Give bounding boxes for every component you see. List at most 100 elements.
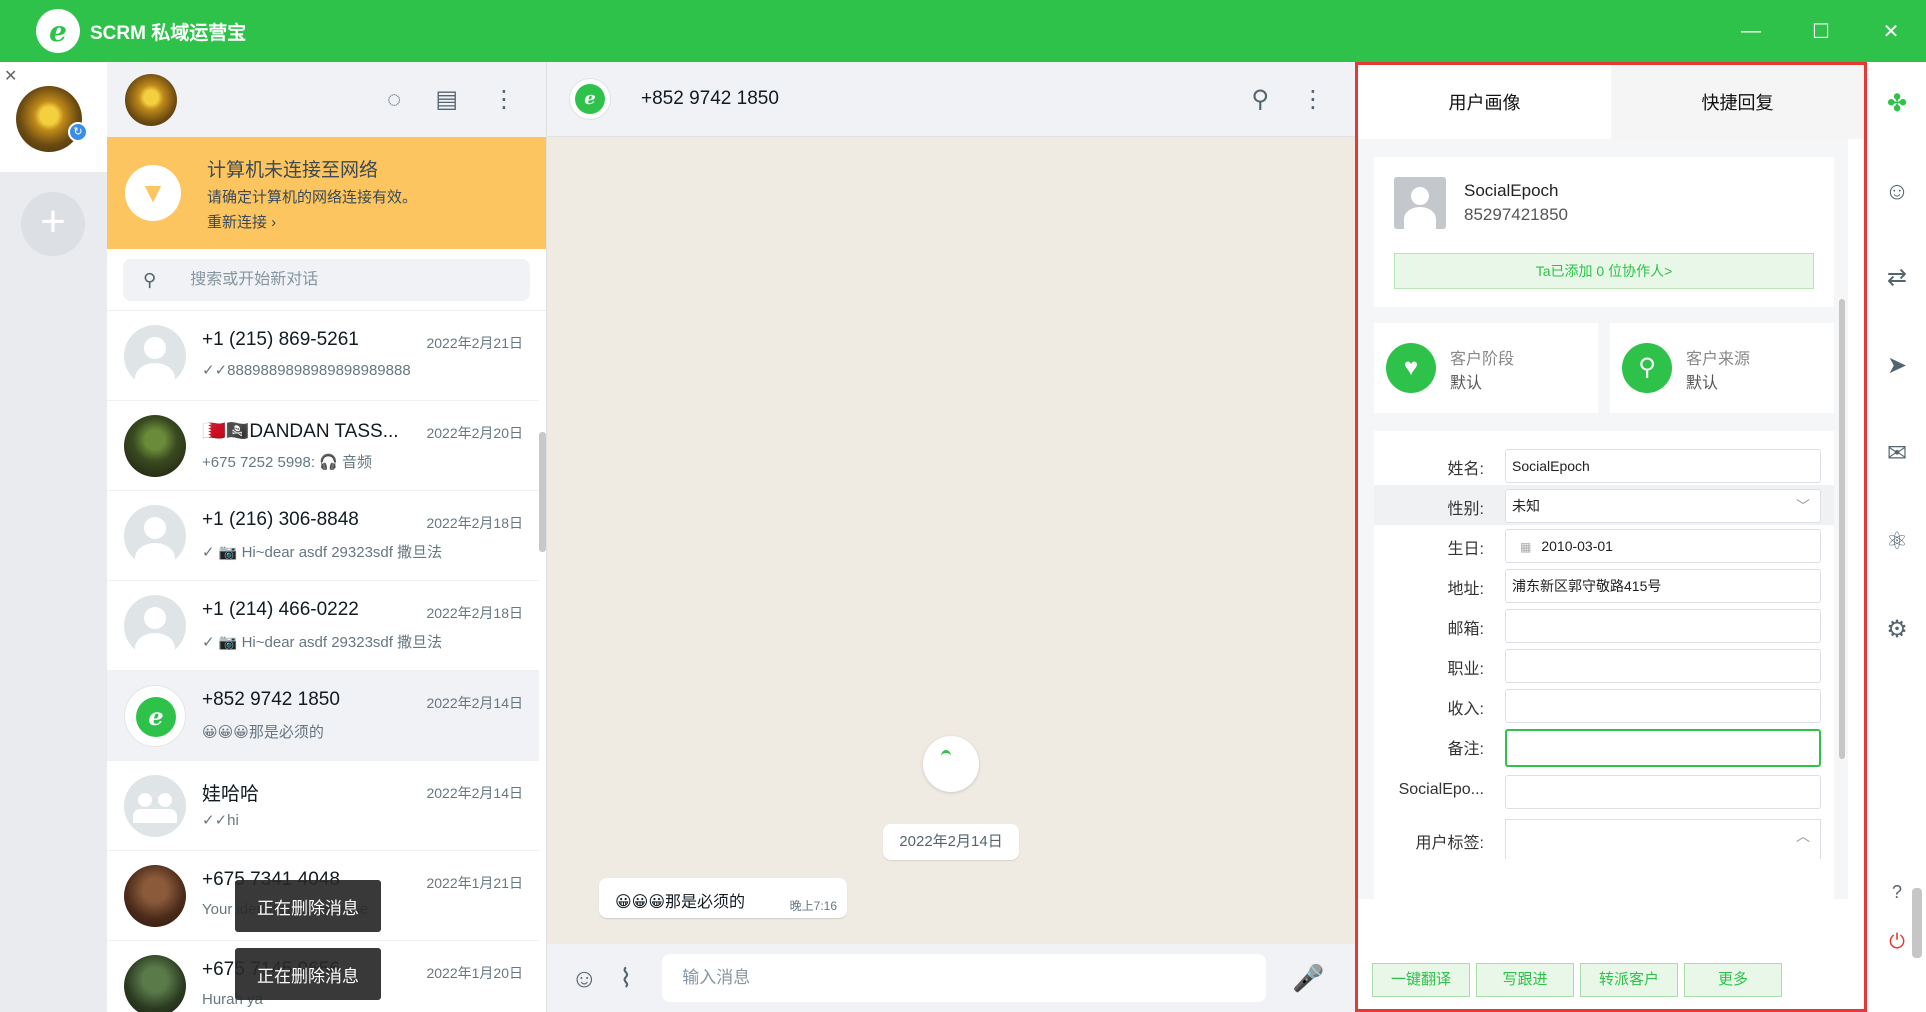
app-title: SCRM 私域运营宝 — [90, 22, 247, 44]
search-icon[interactable]: ⚲ — [1251, 85, 1269, 114]
profile-actions: 一键翻译 写跟进 转派客户 更多 — [1358, 951, 1864, 1009]
offline-banner: ▼ 计算机未连接至网络 请确定计算机的网络连接有效。 重新连接 › — [107, 137, 546, 249]
date-chip: 2022年2月14日 — [883, 824, 1019, 860]
custom-label: SocialEpo... — [1398, 781, 1484, 798]
apps-icon[interactable]: ✤ — [1883, 90, 1911, 118]
tags-select[interactable]: ︿ — [1505, 819, 1821, 859]
contact-avatar — [124, 954, 186, 1012]
message-bubble[interactable]: 😀😀😀那是必须的 晚上7:16 — [599, 878, 847, 918]
chat-list-scrollbar[interactable] — [539, 432, 546, 552]
job-field[interactable] — [1505, 649, 1821, 683]
attach-icon[interactable]: ⌇ — [620, 963, 633, 994]
my-avatar[interactable] — [125, 73, 177, 126]
address-field[interactable]: 浦东新区郭守敬路415号 — [1505, 569, 1821, 603]
tab-quick-reply[interactable]: 快捷回复 — [1611, 65, 1864, 139]
emoji-icon[interactable]: ☺ — [571, 963, 598, 994]
birthday-field[interactable]: ▦ 2010-03-01 — [1505, 529, 1821, 563]
profile-panel: 用户画像 快捷回复 SocialEpoch 85297421850 Ta已添加 … — [1355, 62, 1867, 1012]
conversation-header: e +852 9742 1850 ⚲ ⋮ — [547, 62, 1355, 137]
chat-preview: ✓ 📷 Hi~dear asdf 29323sdf 撒旦法 — [202, 633, 443, 651]
account-item[interactable]: ✕ ↻ — [0, 62, 107, 172]
gender-select[interactable]: 未知 ﹀ — [1505, 489, 1821, 523]
chat-preview: ✓ 📷 Hi~dear asdf 29323sdf 撒旦法 — [202, 543, 443, 561]
chevron-down-icon: ﹀ — [1796, 498, 1810, 514]
contact-avatar — [124, 594, 186, 657]
menu-icon[interactable]: ⋮ — [492, 85, 516, 114]
atom-icon[interactable]: ⚛ — [1883, 528, 1911, 556]
help-icon[interactable]: ? — [1883, 878, 1911, 906]
warning-icon: ▼ — [125, 165, 181, 221]
chat-item[interactable]: +1 (214) 466-0222 2022年2月18日 ✓ 📷 Hi~dear… — [107, 581, 539, 671]
menu-icon[interactable]: ⋮ — [1301, 85, 1325, 114]
chat-name: +1 (214) 466-0222 — [202, 598, 359, 620]
follow-up-button[interactable]: 写跟进 — [1476, 963, 1574, 997]
sync-badge-icon: ↻ — [68, 122, 88, 142]
job-row: 职业: — [1374, 645, 1834, 685]
deleting-toast: 正在删除消息 — [235, 948, 381, 1000]
chat-item-selected[interactable]: e +852 9742 1850 2022年2月14日 😀😀😀那是必须的 — [107, 671, 539, 761]
user-search-icon: ⚲ — [1622, 343, 1672, 393]
reconnect-link[interactable]: 重新连接 › — [207, 211, 417, 232]
profile-card: SocialEpoch 85297421850 Ta已添加 0 位协作人> — [1374, 157, 1834, 307]
note-field[interactable] — [1505, 729, 1821, 767]
message-input[interactable] — [662, 954, 1267, 1002]
chat-bubble-icon[interactable]: ✉ — [1883, 440, 1911, 468]
gender-label: 性别: — [1447, 501, 1484, 518]
close-account-icon[interactable]: ✕ — [4, 66, 17, 86]
email-field[interactable] — [1505, 609, 1821, 643]
custom-field[interactable] — [1505, 775, 1821, 809]
income-field[interactable] — [1505, 689, 1821, 723]
contact-avatar[interactable]: e — [569, 78, 611, 120]
calendar-icon: ▦ — [1520, 540, 1532, 554]
microphone-icon[interactable]: 🎤 — [1292, 963, 1324, 994]
search-input[interactable] — [190, 271, 491, 289]
status-icon[interactable]: ◌ — [387, 86, 401, 114]
stage-title: 客户阶段 — [1450, 351, 1515, 368]
birthday-label: 生日: — [1447, 541, 1484, 558]
name-field[interactable]: SocialEpoch — [1505, 449, 1821, 483]
chat-item[interactable]: +1 (216) 306-8848 2022年2月18日 ✓ 📷 Hi~dear… — [107, 491, 539, 581]
chat-preview: +675 7252 5998: 🎧 音频 — [202, 453, 373, 471]
more-button[interactable]: 更多 — [1684, 963, 1782, 997]
chat-date: 2022年2月18日 — [426, 604, 523, 621]
chat-item[interactable]: 娃哈哈 2022年2月14日 ✓✓hi — [107, 761, 539, 851]
loading-spinner — [923, 736, 979, 792]
logout-icon[interactable]: ⏻ — [1883, 928, 1911, 956]
name-row: 姓名: SocialEpoch — [1374, 445, 1834, 485]
maximize-button[interactable]: ☐ — [1786, 0, 1856, 62]
contact-name[interactable]: +852 9742 1850 — [641, 88, 779, 110]
custom-row: SocialEpo... — [1374, 771, 1834, 811]
contact-avatar — [124, 414, 186, 477]
gear-icon[interactable]: ⚙ — [1883, 616, 1911, 644]
transfer-customer-button[interactable]: 转派客户 — [1580, 963, 1678, 997]
user-icon[interactable]: ☺ — [1883, 178, 1911, 206]
offline-title: 计算机未连接至网络 — [207, 159, 379, 181]
composer: ☺ ⌇ 🎤 — [547, 944, 1355, 1012]
close-window-button[interactable]: ✕ — [1856, 0, 1926, 62]
customer-stage-card[interactable]: ♥ 客户阶段 默认 — [1374, 323, 1598, 413]
chat-item[interactable]: +1 (215) 869-5261 2022年2月21日 ✓✓888988989… — [107, 311, 539, 401]
deleting-toast: 正在删除消息 — [235, 880, 381, 932]
chat-name: +1 (216) 306-8848 — [202, 508, 359, 530]
profile-scrollbar[interactable] — [1839, 299, 1845, 759]
send-icon[interactable]: ➤ — [1883, 352, 1911, 380]
translate-button[interactable]: 一键翻译 — [1372, 963, 1470, 997]
customer-source-card[interactable]: ⚲ 客户来源 默认 — [1610, 323, 1834, 413]
name-label: 姓名: — [1447, 461, 1484, 478]
new-chat-icon[interactable]: ▤ — [435, 85, 458, 114]
source-value: 默认 — [1686, 375, 1719, 392]
conversation-panel: e +852 9742 1850 ⚲ ⋮ 2022年2月14日 😀😀😀那是必须的… — [547, 62, 1355, 1012]
minimize-button[interactable]: — — [1716, 0, 1786, 62]
search-icon: ⚲ — [143, 269, 157, 290]
chat-item[interactable]: 🇧🇭🏴‍☠️DANDAN TASS... 2022年2月20日 +675 725… — [107, 401, 539, 491]
translate-icon[interactable]: ⇄ — [1883, 264, 1911, 292]
account-avatar[interactable] — [16, 86, 82, 152]
tab-user-profile[interactable]: 用户画像 — [1358, 65, 1611, 139]
right-toolbar: ✤ ☺ ⇄ ➤ ✉ ⚛ ⚙ ? ⏻ — [1867, 62, 1926, 1012]
search-bar: ⚲ — [107, 249, 546, 311]
add-account-button[interactable]: + — [21, 192, 85, 256]
right-scrollbar[interactable] — [1912, 888, 1922, 958]
chat-preview: 😀😀😀那是必须的 — [202, 723, 324, 741]
account-column: ✕ ↻ + — [0, 62, 107, 1012]
collaborators-button[interactable]: Ta已添加 0 位协作人> — [1394, 253, 1814, 289]
